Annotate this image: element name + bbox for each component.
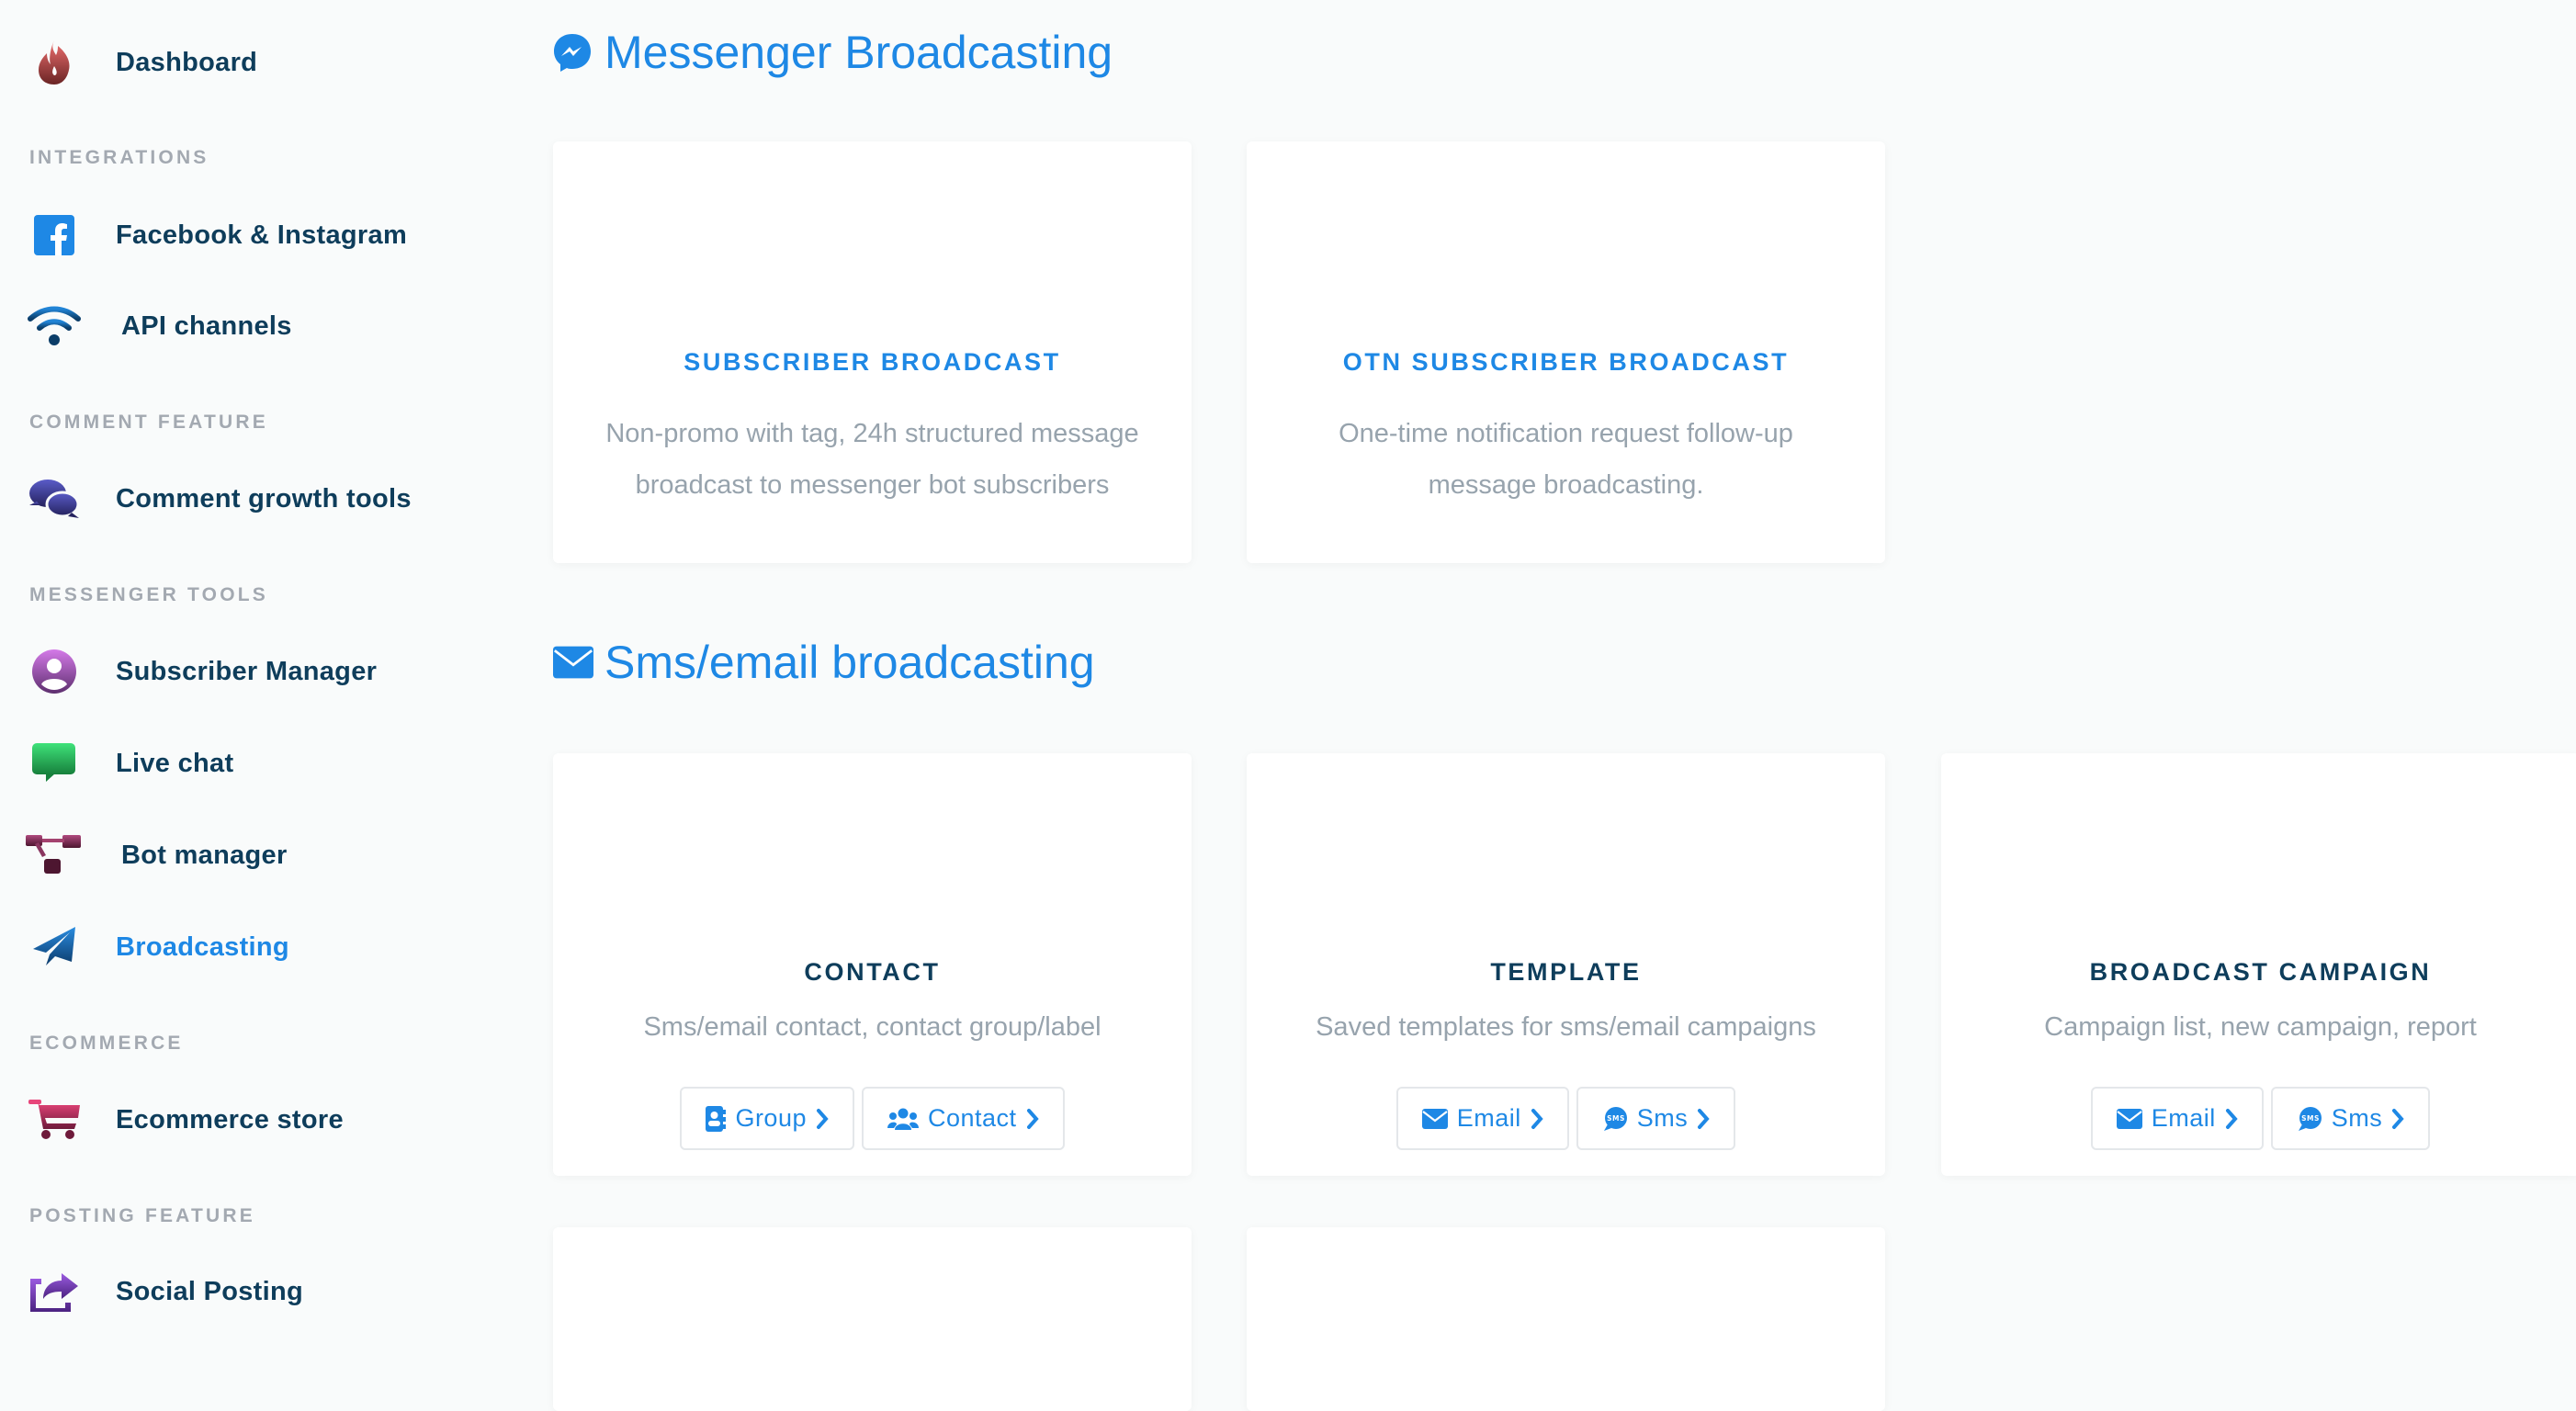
card-description: Sms/email contact, contact group/label xyxy=(643,1012,1102,1042)
card-subscriber-broadcast[interactable]: SUBSCRIBER BROADCAST Non-promo with tag,… xyxy=(553,141,1192,563)
fire-icon xyxy=(26,34,83,91)
user-circle-icon xyxy=(26,643,83,700)
sidebar-item-label: Ecommerce store xyxy=(116,1104,344,1134)
chevron-right-icon xyxy=(1531,1108,1543,1130)
sidebar-item-api-channels[interactable]: API channels xyxy=(0,289,496,363)
card-description: Non-promo with tag, 24h structured messa… xyxy=(605,419,1139,500)
chat-bubble-icon xyxy=(26,735,83,792)
card-template: TEMPLATE Saved templates for sms/email c… xyxy=(1247,753,1885,1176)
chevron-right-icon xyxy=(1026,1108,1039,1130)
shopping-cart-icon xyxy=(26,1091,83,1148)
chevron-right-icon xyxy=(816,1108,829,1130)
svg-text:SMS: SMS xyxy=(1607,1114,1625,1123)
sidebar-item-social-posting[interactable]: Social Posting xyxy=(0,1255,496,1328)
card-description: Campaign list, new campaign, report xyxy=(2044,1012,2477,1042)
share-icon xyxy=(26,1263,83,1320)
sidebar-item-subscriber-manager[interactable]: Subscriber Manager xyxy=(0,635,496,708)
button-group: Email SMS Sms xyxy=(1941,1087,2576,1150)
envelope-icon xyxy=(2116,1108,2142,1129)
messenger-icon xyxy=(553,32,593,73)
sidebar-item-bot-manager[interactable]: Bot manager xyxy=(0,818,496,892)
template-sms-button[interactable]: SMS Sms xyxy=(1576,1087,1736,1150)
card-description: One-time notification request follow-up … xyxy=(1339,419,1793,500)
card-description: Saved templates for sms/email campaigns xyxy=(1316,1012,1816,1042)
sidebar: Dashboard INTEGRATIONS Facebook & Instag… xyxy=(0,0,514,1312)
section-label-comment-feature: COMMENT FEATURE xyxy=(29,412,268,433)
sitemap-icon xyxy=(26,827,83,884)
section-title-text: Messenger Broadcasting xyxy=(604,27,1113,78)
users-icon xyxy=(887,1108,919,1130)
sidebar-item-label: Comment growth tools xyxy=(116,483,412,514)
section-label-messenger-tools: MESSENGER TOOLS xyxy=(29,584,268,605)
sidebar-item-comment-growth-tools[interactable]: Comment growth tools xyxy=(0,462,496,536)
sms-icon: SMS xyxy=(1602,1106,1628,1132)
envelope-icon xyxy=(1421,1108,1448,1129)
messenger-section-title: Messenger Broadcasting xyxy=(553,26,1113,79)
group-button[interactable]: Group xyxy=(680,1087,854,1150)
chevron-right-icon xyxy=(2391,1108,2404,1130)
wifi-icon xyxy=(26,298,83,355)
contact-button[interactable]: Contact xyxy=(861,1087,1065,1150)
sidebar-item-label: Facebook & Instagram xyxy=(116,220,408,250)
section-title-text: Sms/email broadcasting xyxy=(604,637,1095,688)
card-title: TEMPLATE xyxy=(1490,958,1642,986)
card-partial xyxy=(553,1227,1192,1411)
sidebar-item-label: Broadcasting xyxy=(116,931,289,962)
envelope-icon xyxy=(553,642,593,683)
sidebar-item-label: Bot manager xyxy=(121,840,288,870)
sidebar-item-label: Subscriber Manager xyxy=(116,656,378,686)
address-book-icon xyxy=(706,1105,727,1132)
sidebar-item-live-chat[interactable]: Live chat xyxy=(0,727,496,800)
sidebar-item-label: Social Posting xyxy=(116,1276,304,1306)
sms-icon: SMS xyxy=(2297,1106,2322,1132)
card-title[interactable]: SUBSCRIBER BROADCAST xyxy=(553,348,1192,377)
button-label: Sms xyxy=(2331,1104,2383,1132)
svg-text:SMS: SMS xyxy=(2301,1114,2320,1123)
button-label: Email xyxy=(1456,1104,1521,1132)
chevron-right-icon xyxy=(1697,1108,1710,1130)
button-label: Contact xyxy=(927,1104,1017,1132)
section-label-posting-feature: POSTING FEATURE xyxy=(29,1205,255,1226)
sidebar-item-label: API channels xyxy=(121,310,292,341)
paper-plane-icon xyxy=(26,919,83,976)
sidebar-item-dashboard[interactable]: Dashboard xyxy=(0,26,496,99)
button-group: Email SMS Sms xyxy=(1247,1087,1885,1150)
section-label-integrations: INTEGRATIONS xyxy=(29,147,209,168)
chevron-right-icon xyxy=(2225,1108,2238,1130)
campaign-sms-button[interactable]: SMS Sms xyxy=(2270,1087,2431,1150)
template-email-button[interactable]: Email xyxy=(1395,1087,1569,1150)
card-broadcast-campaign: BROADCAST CAMPAIGN Campaign list, new ca… xyxy=(1941,753,2576,1176)
button-label: Email xyxy=(2151,1104,2216,1132)
card-contact: CONTACT Sms/email contact, contact group… xyxy=(553,753,1192,1176)
sidebar-item-label: Dashboard xyxy=(116,47,258,77)
button-group: Group Contact xyxy=(553,1087,1192,1150)
button-label: Sms xyxy=(1636,1104,1689,1132)
card-title: CONTACT xyxy=(804,958,941,986)
sidebar-item-broadcasting[interactable]: Broadcasting xyxy=(0,910,496,984)
button-label: Group xyxy=(735,1104,807,1132)
section-label-ecommerce: ECOMMERCE xyxy=(29,1033,184,1054)
card-title[interactable]: OTN SUBSCRIBER BROADCAST xyxy=(1247,348,1885,377)
campaign-email-button[interactable]: Email xyxy=(2090,1087,2264,1150)
facebook-icon xyxy=(26,207,83,264)
sidebar-item-label: Live chat xyxy=(116,748,234,778)
comments-icon xyxy=(26,470,83,527)
sidebar-item-facebook-instagram[interactable]: Facebook & Instagram xyxy=(0,198,496,272)
card-partial xyxy=(1247,1227,1885,1411)
card-title: BROADCAST CAMPAIGN xyxy=(2089,958,2432,986)
sidebar-item-ecommerce-store[interactable]: Ecommerce store xyxy=(0,1083,496,1157)
card-otn-subscriber-broadcast[interactable]: OTN SUBSCRIBER BROADCAST One-time notifi… xyxy=(1247,141,1885,563)
sms-email-section-title: Sms/email broadcasting xyxy=(553,636,1095,689)
